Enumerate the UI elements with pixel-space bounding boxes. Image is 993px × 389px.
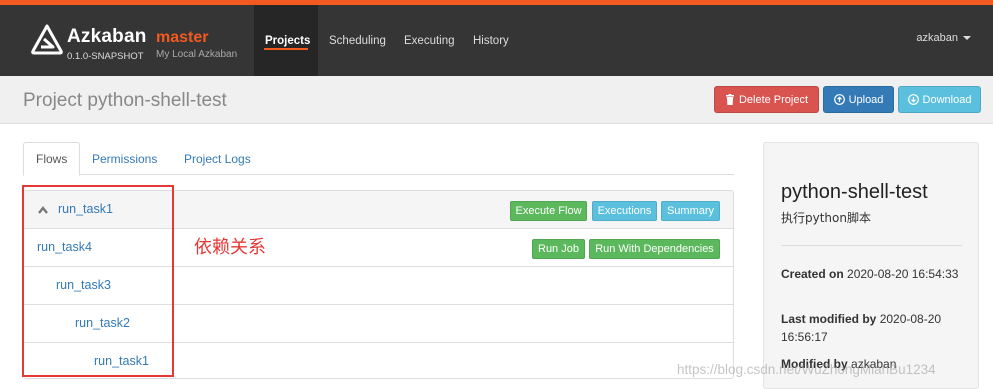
project-tabs: Flows Permissions Project Logs bbox=[23, 142, 734, 176]
delete-project-button[interactable]: Delete Project bbox=[714, 86, 819, 113]
created-on: Created on 2020-08-20 16:54:33 bbox=[781, 265, 971, 283]
project-name: python-shell-test bbox=[781, 181, 928, 203]
nav-active-underline bbox=[264, 48, 308, 50]
nav-scheduling-label: Scheduling bbox=[329, 34, 386, 47]
trash-icon bbox=[725, 94, 734, 105]
download-icon bbox=[907, 94, 919, 105]
tab-project-logs-label: Project Logs bbox=[184, 151, 251, 166]
brand-env: master bbox=[156, 29, 209, 46]
run-with-dependencies-button[interactable]: Run With Dependencies bbox=[589, 239, 720, 259]
run-job-button[interactable]: Run Job bbox=[532, 239, 585, 259]
user-name: azkaban bbox=[916, 32, 958, 44]
brand-version: 0.1.0-SNAPSHOT bbox=[67, 51, 144, 62]
summary-label: Summary bbox=[666, 205, 715, 217]
tab-permissions-label: Permissions bbox=[92, 151, 158, 166]
upload-icon bbox=[833, 94, 845, 105]
navbar: Azkaban master 0.1.0-SNAPSHOT My Local A… bbox=[0, 5, 993, 76]
modified-label: Last modified by bbox=[781, 312, 877, 326]
divider bbox=[781, 245, 962, 246]
tab-project-logs[interactable]: Project Logs bbox=[172, 142, 263, 175]
executions-button[interactable]: Executions bbox=[592, 201, 657, 221]
highlight-box bbox=[22, 185, 174, 377]
nav-history-label: History bbox=[473, 34, 509, 47]
azkaban-logo-icon[interactable] bbox=[31, 24, 63, 56]
download-label: Download bbox=[922, 93, 972, 106]
execute-flow-label: Execute Flow bbox=[515, 205, 582, 217]
nav-executing[interactable]: Executing bbox=[404, 5, 455, 76]
tab-flows[interactable]: Flows bbox=[23, 142, 81, 176]
created-label: Created on bbox=[781, 267, 844, 281]
brand-subtitle: My Local Azkaban bbox=[156, 49, 238, 60]
caret-down-icon bbox=[963, 36, 971, 41]
project-header: Project python-shell-test Delete Project… bbox=[0, 76, 993, 124]
project-info-panel: python-shell-test 执行python脚本 Created on … bbox=[763, 142, 979, 389]
run-with-dependencies-label: Run With Dependencies bbox=[595, 243, 714, 255]
nav-history[interactable]: History bbox=[473, 5, 509, 76]
brand-name[interactable]: Azkaban bbox=[67, 26, 147, 48]
delete-project-label: Delete Project bbox=[738, 93, 809, 106]
upload-label: Upload bbox=[848, 93, 884, 106]
nav-projects-label: Projects bbox=[265, 34, 311, 47]
project-description: 执行python脚本 bbox=[781, 211, 871, 225]
last-modified: Last modified by 2020-08-20 16:56:17 bbox=[781, 310, 971, 346]
user-menu[interactable]: azkaban bbox=[916, 32, 971, 44]
upload-button[interactable]: Upload bbox=[823, 86, 894, 113]
watermark: https://blog.csdn.net/WuZhongMianBu1234 bbox=[677, 362, 936, 377]
execute-flow-button[interactable]: Execute Flow bbox=[510, 201, 587, 221]
nav-scheduling[interactable]: Scheduling bbox=[329, 5, 386, 76]
nav-projects[interactable]: Projects bbox=[254, 5, 318, 76]
summary-button[interactable]: Summary bbox=[661, 201, 720, 221]
executions-label: Executions bbox=[597, 205, 652, 217]
tab-permissions[interactable]: Permissions bbox=[80, 142, 169, 175]
run-job-label: Run Job bbox=[538, 243, 579, 255]
created-value: 2020-08-20 16:54:33 bbox=[847, 267, 959, 281]
page-title: Project python-shell-test bbox=[23, 90, 227, 111]
download-button[interactable]: Download bbox=[898, 86, 981, 113]
tab-flows-label: Flows bbox=[36, 152, 68, 166]
dependency-annotation: 依赖关系 bbox=[194, 237, 266, 258]
nav-executing-label: Executing bbox=[404, 34, 455, 47]
